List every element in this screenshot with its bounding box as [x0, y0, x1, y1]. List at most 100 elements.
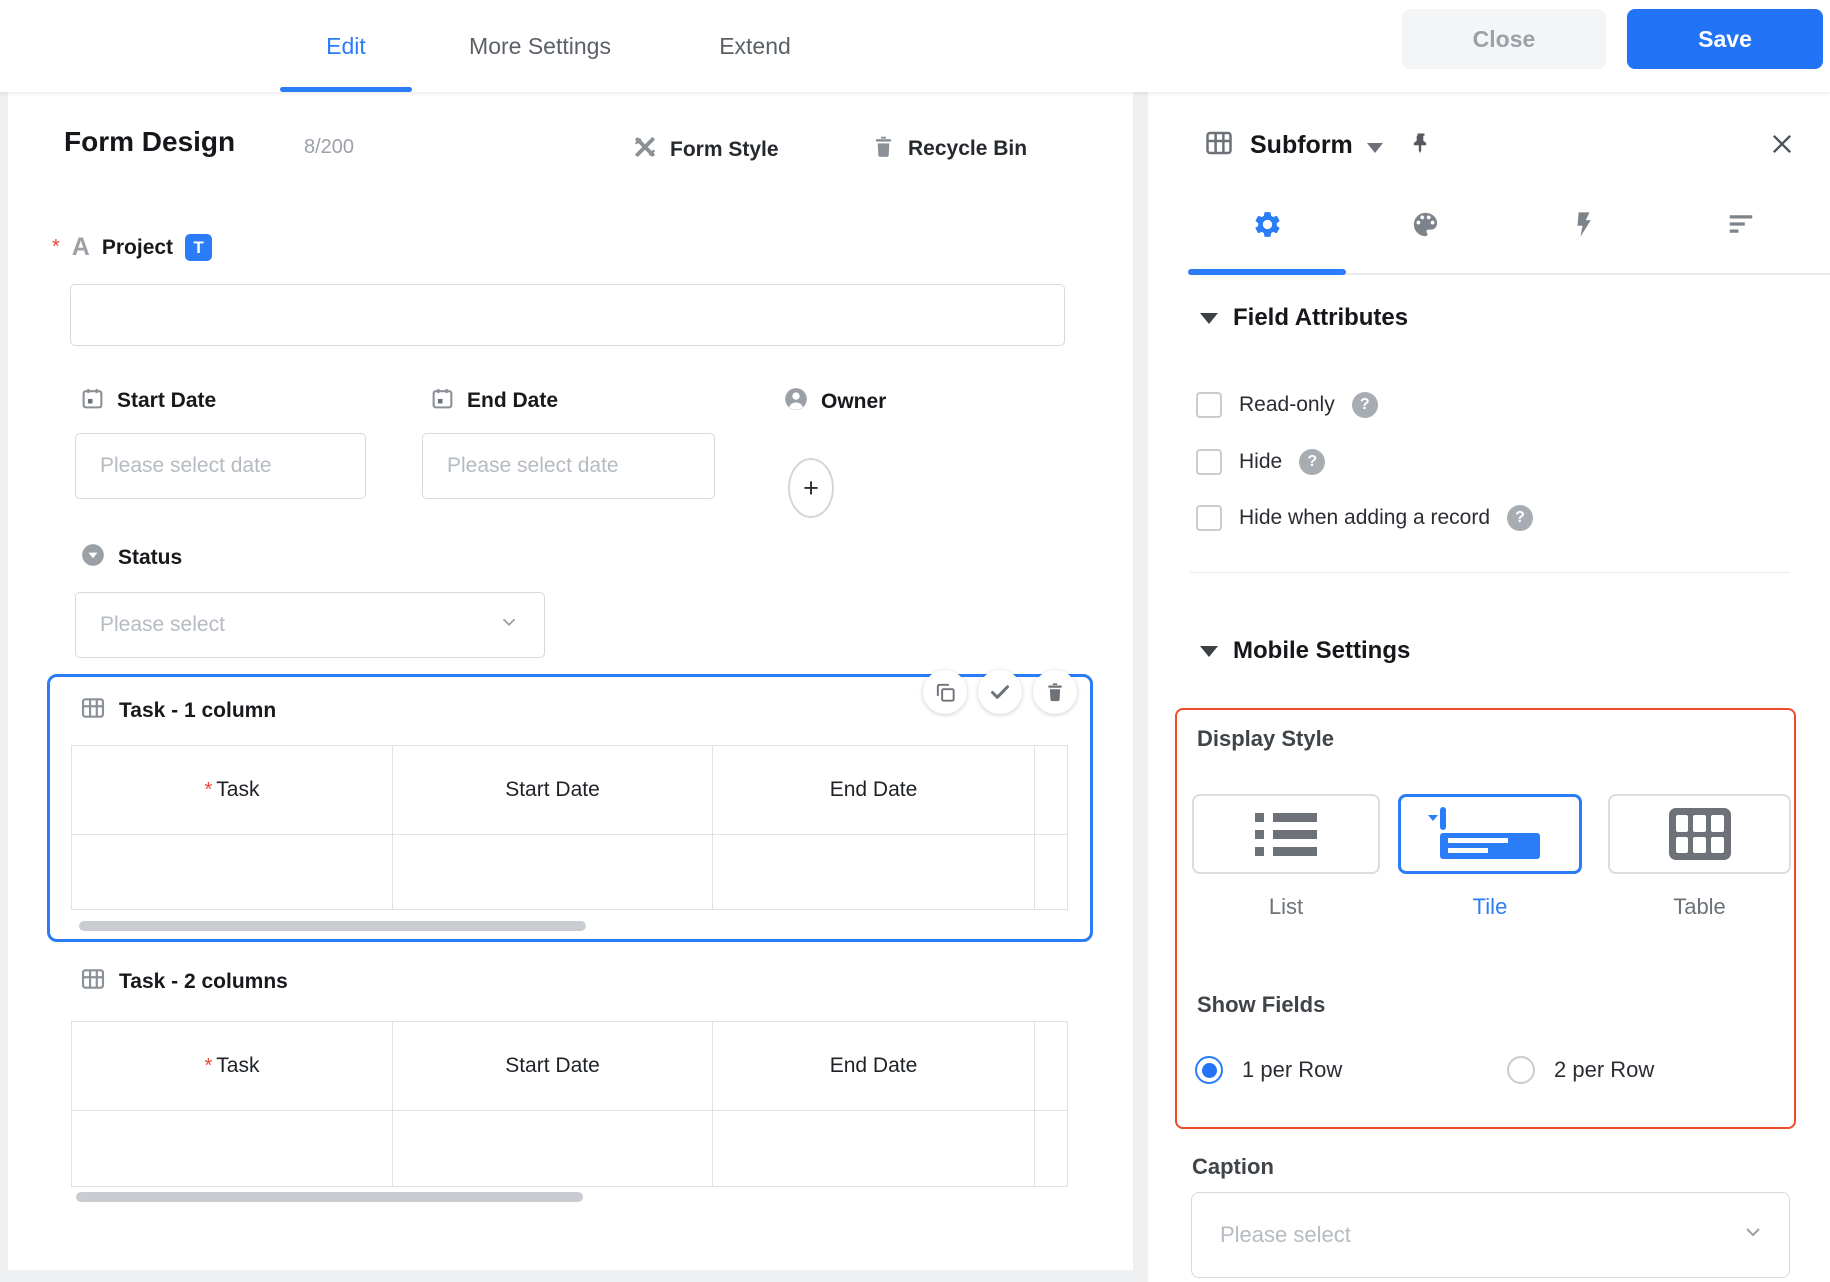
subform-2-label: Task - 2 columns — [119, 969, 288, 993]
dropdown-field-icon — [80, 542, 106, 573]
copy-button[interactable] — [923, 670, 967, 714]
tab-more-settings[interactable]: More Settings — [442, 0, 638, 92]
owner-label: Owner — [821, 389, 887, 413]
mobile-settings-section-header[interactable]: Mobile Settings — [1200, 637, 1410, 665]
subform-2-header[interactable]: Task - 2 columns — [80, 966, 288, 997]
checkbox-hide-when-adding[interactable]: Hide when adding a record ? — [1196, 505, 1533, 531]
lightning-icon — [1576, 211, 1591, 237]
display-style-option-table[interactable] — [1608, 794, 1791, 874]
start-date-label: Start Date — [117, 389, 217, 412]
form-style-button[interactable]: Form Style — [632, 134, 779, 165]
chevron-down-icon — [1713, 1220, 1765, 1250]
caption-select[interactable]: Please select — [1191, 1192, 1790, 1278]
form-canvas: Form Design 8/200 Form Style Recycle Bin… — [8, 92, 1133, 1270]
end-date-placeholder: Please select date — [447, 454, 619, 477]
checkbox-read-only[interactable]: Read-only ? — [1196, 392, 1378, 418]
display-style-option-list[interactable] — [1192, 794, 1380, 874]
caption-placeholder: Please select — [1220, 1222, 1351, 1247]
form-designer-app: Edit More Settings Extend Close Save For… — [0, 0, 1830, 1282]
page-title: Form Design — [64, 126, 236, 157]
collapse-triangle-icon — [1200, 312, 1218, 324]
tab-field-settings[interactable] — [1188, 200, 1346, 248]
subform-1-table: * Task Start Date End Date — [71, 745, 1068, 910]
subform-icon — [80, 966, 106, 997]
required-marker: * — [204, 778, 213, 801]
align-lines-icon — [1729, 215, 1753, 233]
tab-field-list[interactable] — [1662, 200, 1820, 248]
radio-1-per-row[interactable]: 1 per Row — [1195, 1056, 1342, 1084]
collapse-triangle-icon — [1200, 645, 1218, 657]
trash-icon — [871, 134, 896, 164]
close-button[interactable]: Close — [1402, 9, 1606, 69]
status-placeholder: Please select — [100, 613, 225, 636]
required-marker: * — [204, 1054, 213, 1077]
show-fields-label: Show Fields — [1197, 992, 1326, 1017]
status-field-label: Status — [80, 542, 182, 573]
panel-title: Subform — [1250, 131, 1353, 159]
display-style-label: Display Style — [1197, 726, 1334, 751]
help-icon[interactable]: ? — [1507, 505, 1533, 531]
panel-header: Subform — [1204, 128, 1433, 163]
column-header-end-date: End Date — [713, 746, 1035, 834]
pin-icon[interactable] — [1409, 131, 1433, 160]
delete-button[interactable] — [1033, 670, 1077, 714]
column-header-start-date: Start Date — [393, 1022, 713, 1110]
recycle-bin-button[interactable]: Recycle Bin — [871, 134, 1027, 164]
gear-icon — [1254, 211, 1280, 237]
subform-2-table[interactable]: * Task Start Date End Date — [71, 1021, 1068, 1187]
user-icon — [783, 386, 809, 417]
add-owner-button[interactable]: + — [788, 458, 834, 518]
checkbox[interactable] — [1196, 449, 1222, 475]
horizontal-scrollbar[interactable] — [76, 1192, 583, 1202]
column-header-end-date: End Date — [713, 1022, 1035, 1110]
display-style-list-label[interactable]: List — [1192, 894, 1380, 920]
field-counter: 8/200 — [304, 136, 355, 158]
radio-unselected-icon[interactable] — [1507, 1056, 1535, 1084]
display-style-option-tile[interactable] — [1398, 794, 1582, 874]
chevron-down-icon[interactable] — [1366, 142, 1383, 153]
checkbox[interactable] — [1196, 392, 1222, 418]
column-header-partial — [1035, 1022, 1067, 1110]
close-panel-icon[interactable] — [1768, 130, 1796, 163]
chevron-down-icon — [474, 611, 520, 639]
display-style-tile-label[interactable]: Tile — [1398, 894, 1582, 920]
display-style-table-label[interactable]: Table — [1608, 894, 1791, 920]
tab-edit[interactable]: Edit — [280, 0, 412, 92]
status-select[interactable]: Please select — [75, 592, 545, 658]
end-date-label: End Date — [467, 389, 559, 412]
checkbox-hide[interactable]: Hide ? — [1196, 449, 1326, 475]
trash-icon — [1048, 683, 1062, 702]
calendar-icon — [430, 386, 455, 416]
table-header-row: * Task Start Date End Date — [72, 1022, 1067, 1111]
help-icon[interactable]: ? — [1299, 449, 1326, 475]
end-date-input[interactable]: Please select date — [422, 433, 715, 499]
project-field-label: * A Project T — [52, 234, 213, 261]
save-button[interactable]: Save — [1627, 9, 1823, 69]
radio-2-per-row[interactable]: 2 per Row — [1507, 1056, 1654, 1084]
field-attributes-section-header[interactable]: Field Attributes — [1200, 304, 1408, 332]
tile-icon — [1428, 806, 1540, 859]
help-icon[interactable]: ? — [1351, 392, 1378, 418]
tab-style[interactable] — [1346, 200, 1504, 248]
table-icon — [1668, 808, 1731, 860]
tab-events[interactable] — [1504, 200, 1662, 248]
field-settings-panel: Subform Field Attributes Read-only ? Hid… — [1148, 92, 1830, 1282]
table-empty-row — [72, 835, 1067, 909]
checkbox[interactable] — [1196, 505, 1222, 531]
radio-selected-icon[interactable] — [1195, 1056, 1223, 1084]
subform-action-buttons — [923, 670, 1077, 714]
horizontal-scrollbar[interactable] — [79, 921, 586, 931]
copy-icon — [936, 683, 955, 702]
subform-1-header: Task - 1 column — [80, 695, 276, 726]
palette-icon — [1413, 212, 1437, 236]
project-input[interactable] — [70, 284, 1065, 346]
tab-extend[interactable]: Extend — [700, 0, 810, 92]
text-type-badge: T — [185, 234, 213, 261]
subform-task-1-column[interactable]: Task - 1 column * Task Start Date End Da… — [47, 670, 1093, 942]
subform-icon — [80, 695, 106, 726]
panel-tabs — [1188, 200, 1820, 248]
section-divider — [1190, 572, 1790, 573]
confirm-button[interactable] — [978, 670, 1022, 714]
end-date-field-label: End Date — [430, 386, 558, 416]
start-date-input[interactable]: Please select date — [75, 433, 366, 499]
